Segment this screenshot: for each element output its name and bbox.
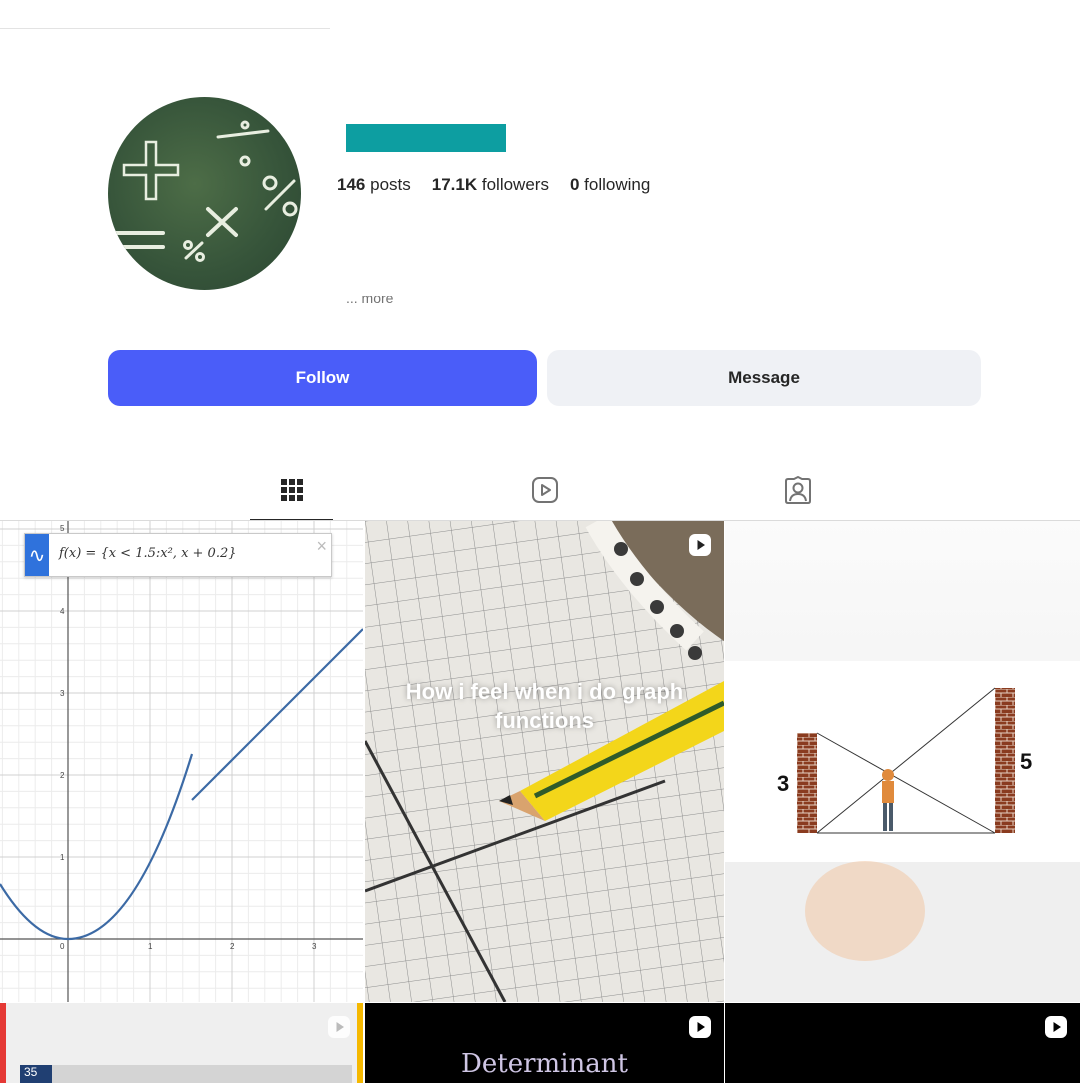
close-icon: × bbox=[316, 536, 327, 556]
determinant-title: Determinant bbox=[461, 1049, 628, 1079]
reel-caption-line1: How i feel when i do graph bbox=[405, 679, 684, 704]
reels-icon bbox=[531, 477, 558, 503]
profile-avatar[interactable] bbox=[108, 97, 301, 290]
followers-count[interactable]: 17.1K followers bbox=[432, 175, 549, 195]
tab-reels[interactable] bbox=[503, 461, 586, 519]
piecewise-graph-image: 5 4 3 2 1 0 1 2 3 bbox=[0, 521, 363, 1002]
math-symbols-icon bbox=[108, 120, 298, 262]
posts-count[interactable]: 146 posts bbox=[337, 175, 411, 195]
post-thumbnail-walls[interactable]: 3 5 bbox=[725, 521, 1080, 1002]
grid-icon bbox=[280, 479, 303, 501]
wave-icon: ∿ bbox=[25, 534, 49, 576]
username-redacted bbox=[346, 124, 506, 152]
formula-text: f(x) = {x < 1.5:x², x + 0.2} bbox=[59, 546, 237, 561]
y-tick-1: 1 bbox=[60, 853, 65, 862]
profile-stats: 146 posts 17.1K followers 0 following bbox=[337, 175, 650, 195]
reel-badge-icon bbox=[328, 1016, 350, 1038]
post-thumbnail-graph-paper[interactable]: How i feel when i do graph functions bbox=[365, 521, 724, 1002]
number-label: 35 bbox=[20, 1065, 52, 1083]
red-edge bbox=[0, 1003, 6, 1083]
following-count-label: following bbox=[584, 175, 651, 194]
right-wall-height: 5 bbox=[1020, 749, 1033, 774]
bio-more-link[interactable]: ... more bbox=[346, 296, 393, 305]
y-tick-2: 2 bbox=[60, 771, 65, 780]
reel-badge-icon bbox=[1045, 1016, 1067, 1038]
reel-badge-icon bbox=[689, 1016, 711, 1038]
y-tick-4: 4 bbox=[60, 607, 65, 616]
posts-grid: 5 4 3 2 1 0 1 2 3 ∿ f(x) = {x < 1.5:x², … bbox=[0, 521, 1080, 1083]
x-tick-3: 3 bbox=[312, 942, 317, 951]
y-tick-3: 3 bbox=[60, 689, 65, 698]
x-tick-1: 1 bbox=[148, 942, 153, 951]
profile-tabs bbox=[0, 461, 1080, 521]
y-tick-5: 5 bbox=[60, 524, 65, 533]
followers-count-label: followers bbox=[481, 175, 549, 194]
tab-posts[interactable] bbox=[250, 461, 333, 521]
tab-tagged[interactable] bbox=[756, 461, 839, 519]
graph-paper-image bbox=[365, 521, 724, 1002]
top-divider bbox=[0, 28, 330, 29]
tagged-icon bbox=[784, 476, 811, 504]
reel-badge-icon bbox=[689, 534, 711, 556]
posts-count-label: posts bbox=[370, 175, 411, 194]
gray-bar bbox=[52, 1065, 352, 1083]
formula-input: ∿ f(x) = {x < 1.5:x², x + 0.2} × bbox=[24, 533, 332, 577]
following-count[interactable]: 0 following bbox=[570, 175, 650, 195]
following-count-value: 0 bbox=[569, 175, 580, 194]
follow-button[interactable]: Follow bbox=[108, 350, 537, 406]
post-thumbnail-6[interactable] bbox=[725, 1003, 1080, 1083]
posts-count-value: 146 bbox=[337, 175, 366, 194]
post-thumbnail-graph[interactable]: 5 4 3 2 1 0 1 2 3 ∿ f(x) = {x < 1.5:x², … bbox=[0, 521, 363, 1002]
yellow-edge bbox=[357, 1003, 363, 1083]
message-button[interactable]: Message bbox=[547, 350, 981, 406]
left-wall-height: 3 bbox=[777, 771, 790, 796]
x-tick-2: 2 bbox=[230, 942, 235, 951]
reel-caption-line2: functions bbox=[495, 708, 594, 733]
followers-count-value: 17.1K bbox=[431, 175, 478, 194]
reel-caption: How i feel when i do graph functions bbox=[365, 677, 724, 735]
y-tick-0: 0 bbox=[60, 942, 65, 951]
post-thumbnail-determinant[interactable]: Determinant bbox=[365, 1003, 724, 1083]
post-thumbnail-4[interactable]: 35 bbox=[0, 1003, 363, 1083]
